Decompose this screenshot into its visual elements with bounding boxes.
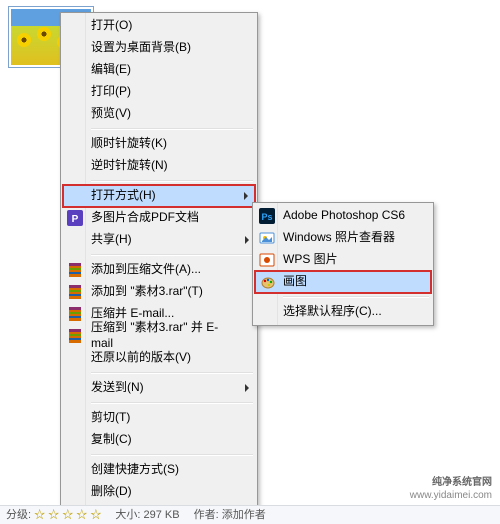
rar-icon xyxy=(67,284,83,300)
menu-item-label: 设置为桌面背景(B) xyxy=(91,40,191,56)
menu-item-label: 还原以前的版本(V) xyxy=(91,350,191,366)
menu-item-label: 打印(P) xyxy=(91,84,131,100)
menu-item[interactable]: 添加到 "素材3.rar"(T) xyxy=(63,281,255,303)
svg-text:Ps: Ps xyxy=(261,212,272,222)
watermark-url: www.yidaimei.com xyxy=(410,489,492,502)
menu-item-label: 删除(D) xyxy=(91,484,132,500)
submenu-item[interactable]: 选择默认程序(C)... xyxy=(255,301,431,323)
photo-viewer-icon xyxy=(259,230,275,246)
menu-item[interactable]: P 多图片合成PDF文档 xyxy=(63,207,255,229)
submenu-item[interactable]: WPS 图片 xyxy=(255,249,431,271)
menu-separator xyxy=(91,372,253,374)
menu-item[interactable]: 顺时针旋转(K) xyxy=(63,133,255,155)
menu-item-label: 创建快捷方式(S) xyxy=(91,462,179,478)
submenu-item[interactable]: Ps Adobe Photoshop CS6 xyxy=(255,205,431,227)
menu-item[interactable]: 删除(D) xyxy=(63,481,255,503)
wps-icon xyxy=(259,252,275,268)
submenu-item-label: Windows 照片查看器 xyxy=(283,230,395,246)
chevron-right-icon xyxy=(245,384,249,392)
chevron-right-icon xyxy=(244,192,248,200)
menu-item-label: 添加到 "素材3.rar"(T) xyxy=(91,284,203,300)
menu-item[interactable]: 还原以前的版本(V) xyxy=(63,347,255,369)
menu-item[interactable]: 压缩到 "素材3.rar" 并 E-mail xyxy=(63,325,255,347)
menu-item-label: 添加到压缩文件(A)... xyxy=(91,262,201,278)
svg-text:P: P xyxy=(72,214,79,225)
context-menu: 打开(O) 设置为桌面背景(B) 编辑(E) 打印(P) 预览(V) 顺时针旋转(K) 逆时… xyxy=(60,12,258,524)
rar-icon xyxy=(67,328,83,344)
submenu-item-label: 画图 xyxy=(283,274,307,290)
menu-item-label: 共享(H) xyxy=(91,232,132,248)
menu-separator xyxy=(91,180,253,182)
menu-separator xyxy=(283,296,429,298)
menu-item-label: 编辑(E) xyxy=(91,62,131,78)
menu-item[interactable]: 创建快捷方式(S) xyxy=(63,459,255,481)
menu-item-label: 打开方式(H) xyxy=(91,188,156,204)
menu-item-label: 打开(O) xyxy=(91,18,132,34)
submenu-item[interactable]: Windows 照片查看器 xyxy=(255,227,431,249)
submenu-item-label: WPS 图片 xyxy=(283,252,338,268)
menu-item[interactable]: 剪切(T) xyxy=(63,407,255,429)
photoshop-icon: Ps xyxy=(259,208,275,224)
menu-item[interactable]: 预览(V) xyxy=(63,103,255,125)
menu-item[interactable]: 打开(O) xyxy=(63,15,255,37)
submenu-item[interactable]: 画图 xyxy=(255,271,431,293)
watermark-title: 纯净系统官网 xyxy=(410,476,492,489)
menu-item[interactable]: 打开方式(H) xyxy=(63,185,255,207)
rar-icon xyxy=(67,306,83,322)
menu-item[interactable]: 复制(C) xyxy=(63,429,255,451)
watermark: 纯净系统官网 www.yidaimei.com xyxy=(410,476,492,502)
menu-separator xyxy=(91,254,253,256)
menu-separator xyxy=(91,402,253,404)
status-rating-label: 分级: ☆ ☆ ☆ ☆ ☆ xyxy=(6,508,101,522)
menu-item[interactable]: 共享(H) xyxy=(63,229,255,251)
menu-item[interactable]: 发送到(N) xyxy=(63,377,255,399)
rar-icon xyxy=(67,262,83,278)
menu-item-label: 多图片合成PDF文档 xyxy=(91,210,199,226)
menu-item-label: 预览(V) xyxy=(91,106,131,122)
menu-item-label: 逆时针旋转(N) xyxy=(91,158,168,174)
menu-separator xyxy=(91,128,253,130)
chevron-right-icon xyxy=(245,236,249,244)
menu-item[interactable]: 逆时针旋转(N) xyxy=(63,155,255,177)
menu-item-label: 复制(C) xyxy=(91,432,132,448)
status-author: 作者: 添加作者 xyxy=(194,508,266,522)
status-bar: 分级: ☆ ☆ ☆ ☆ ☆ 大小: 297 KB 作者: 添加作者 xyxy=(0,505,500,524)
desktop: 打开(O) 设置为桌面背景(B) 编辑(E) 打印(P) 预览(V) 顺时针旋转(K) 逆时… xyxy=(0,0,500,524)
menu-item[interactable]: 编辑(E) xyxy=(63,59,255,81)
paint-icon xyxy=(260,274,276,290)
open-with-submenu: Ps Adobe Photoshop CS6 Windows 照片查看器 WPS 图片… xyxy=(252,202,434,326)
status-size: 大小: 297 KB xyxy=(115,508,179,522)
pdf-icon: P xyxy=(67,210,83,226)
submenu-item-label: 选择默认程序(C)... xyxy=(283,304,382,320)
menu-item-label: 顺时针旋转(K) xyxy=(91,136,167,152)
menu-item[interactable]: 添加到压缩文件(A)... xyxy=(63,259,255,281)
menu-item-label: 剪切(T) xyxy=(91,410,130,426)
menu-item-label: 发送到(N) xyxy=(91,380,144,396)
menu-item[interactable]: 打印(P) xyxy=(63,81,255,103)
submenu-item-label: Adobe Photoshop CS6 xyxy=(283,208,405,224)
menu-separator xyxy=(91,454,253,456)
menu-item[interactable]: 设置为桌面背景(B) xyxy=(63,37,255,59)
